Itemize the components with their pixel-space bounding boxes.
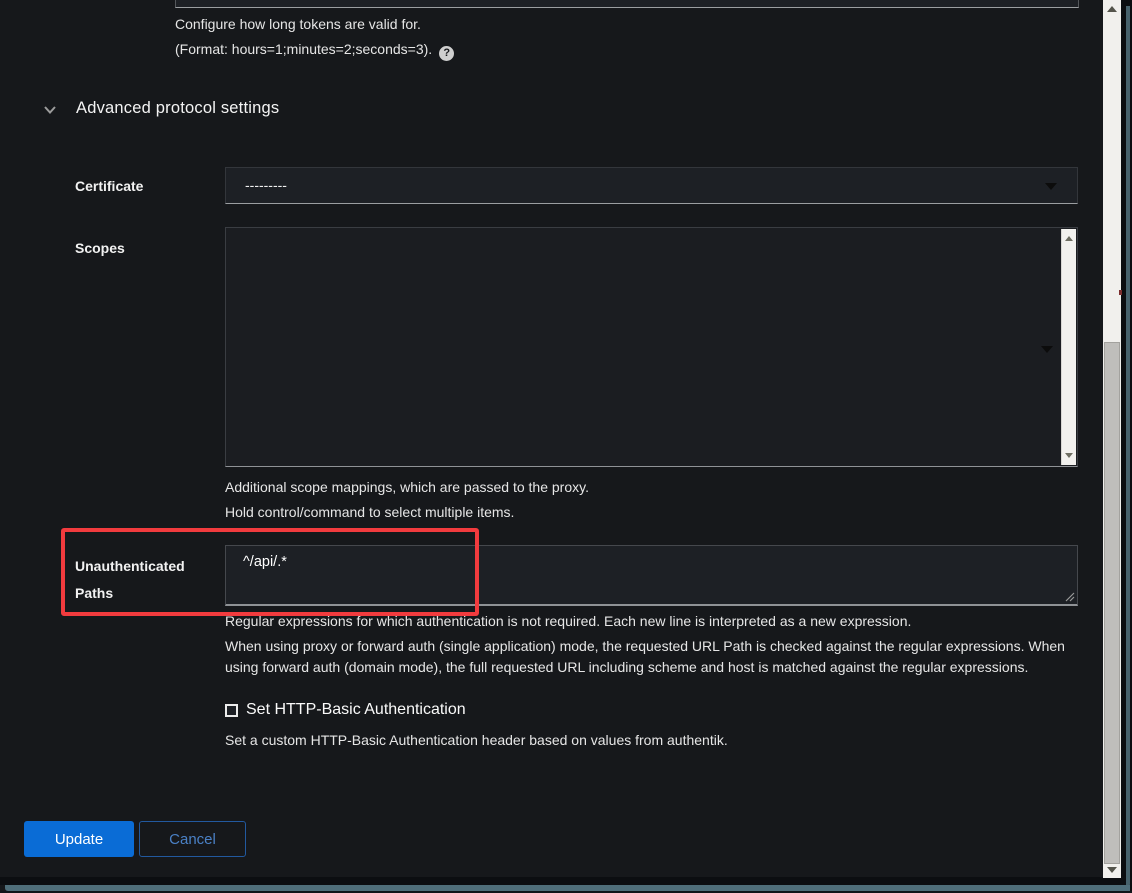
basic-auth-checkbox[interactable] <box>225 704 238 717</box>
scroll-up-icon[interactable] <box>1065 236 1073 241</box>
select-caret-icon <box>1045 183 1057 190</box>
scopes-help-line2: Hold control/command to select multiple … <box>225 502 514 522</box>
chevron-down-icon[interactable] <box>43 103 57 117</box>
basic-auth-row: Set HTTP-Basic Authentication <box>225 701 466 719</box>
token-validity-format-text: (Format: hours=1;minutes=2;seconds=3). <box>175 41 432 57</box>
scroll-down-icon[interactable] <box>1065 453 1073 458</box>
window-edge-bottom <box>0 877 1132 885</box>
form-actions: Update Cancel <box>24 821 246 857</box>
select-caret-icon <box>1041 346 1053 353</box>
certificate-select[interactable]: --------- <box>225 167 1078 204</box>
scroll-up-icon[interactable] <box>1107 6 1117 12</box>
token-validity-help-line1: Configure how long tokens are valid for. <box>175 14 421 34</box>
certificate-select-value: --------- <box>245 177 287 193</box>
basic-auth-label: Set HTTP-Basic Authentication <box>246 701 466 719</box>
scopes-multiselect[interactable] <box>225 227 1078 467</box>
token-validity-help-line2: (Format: hours=1;minutes=2;seconds=3).? <box>175 39 454 61</box>
scopes-label: Scopes <box>75 240 125 256</box>
certificate-label: Certificate <box>75 178 143 194</box>
cancel-button[interactable]: Cancel <box>139 821 246 857</box>
window-border-teal-right <box>1126 6 1130 887</box>
red-annotation-scrollbar-marker <box>1119 290 1122 295</box>
help-question-icon[interactable]: ? <box>439 46 454 61</box>
textarea-resize-handle[interactable] <box>1063 590 1075 602</box>
scroll-down-icon[interactable] <box>1107 867 1117 873</box>
scopes-scrollbar[interactable] <box>1061 229 1076 465</box>
unauthenticated-paths-help-line1: Regular expressions for which authentica… <box>225 611 911 631</box>
update-button[interactable]: Update <box>24 821 134 857</box>
unauthenticated-paths-label: Unauthenticated Paths <box>75 553 217 607</box>
unauthenticated-paths-textarea[interactable]: ^/api/.* <box>225 545 1078 606</box>
advanced-protocol-settings-header[interactable]: Advanced protocol settings <box>43 99 279 118</box>
app-window: { "top_section": { "help_line1": "Config… <box>0 0 1132 893</box>
scopes-help-line1: Additional scope mappings, which are pas… <box>225 477 589 497</box>
token-validity-input-partial[interactable] <box>175 0 1079 8</box>
basic-auth-help: Set a custom HTTP-Basic Authentication h… <box>225 730 728 750</box>
page-scrollbar[interactable] <box>1103 0 1121 878</box>
section-title: Advanced protocol settings <box>76 99 279 118</box>
scrollbar-thumb[interactable] <box>1104 342 1120 864</box>
unauthenticated-paths-help-line2: When using proxy or forward auth (single… <box>225 636 1081 677</box>
